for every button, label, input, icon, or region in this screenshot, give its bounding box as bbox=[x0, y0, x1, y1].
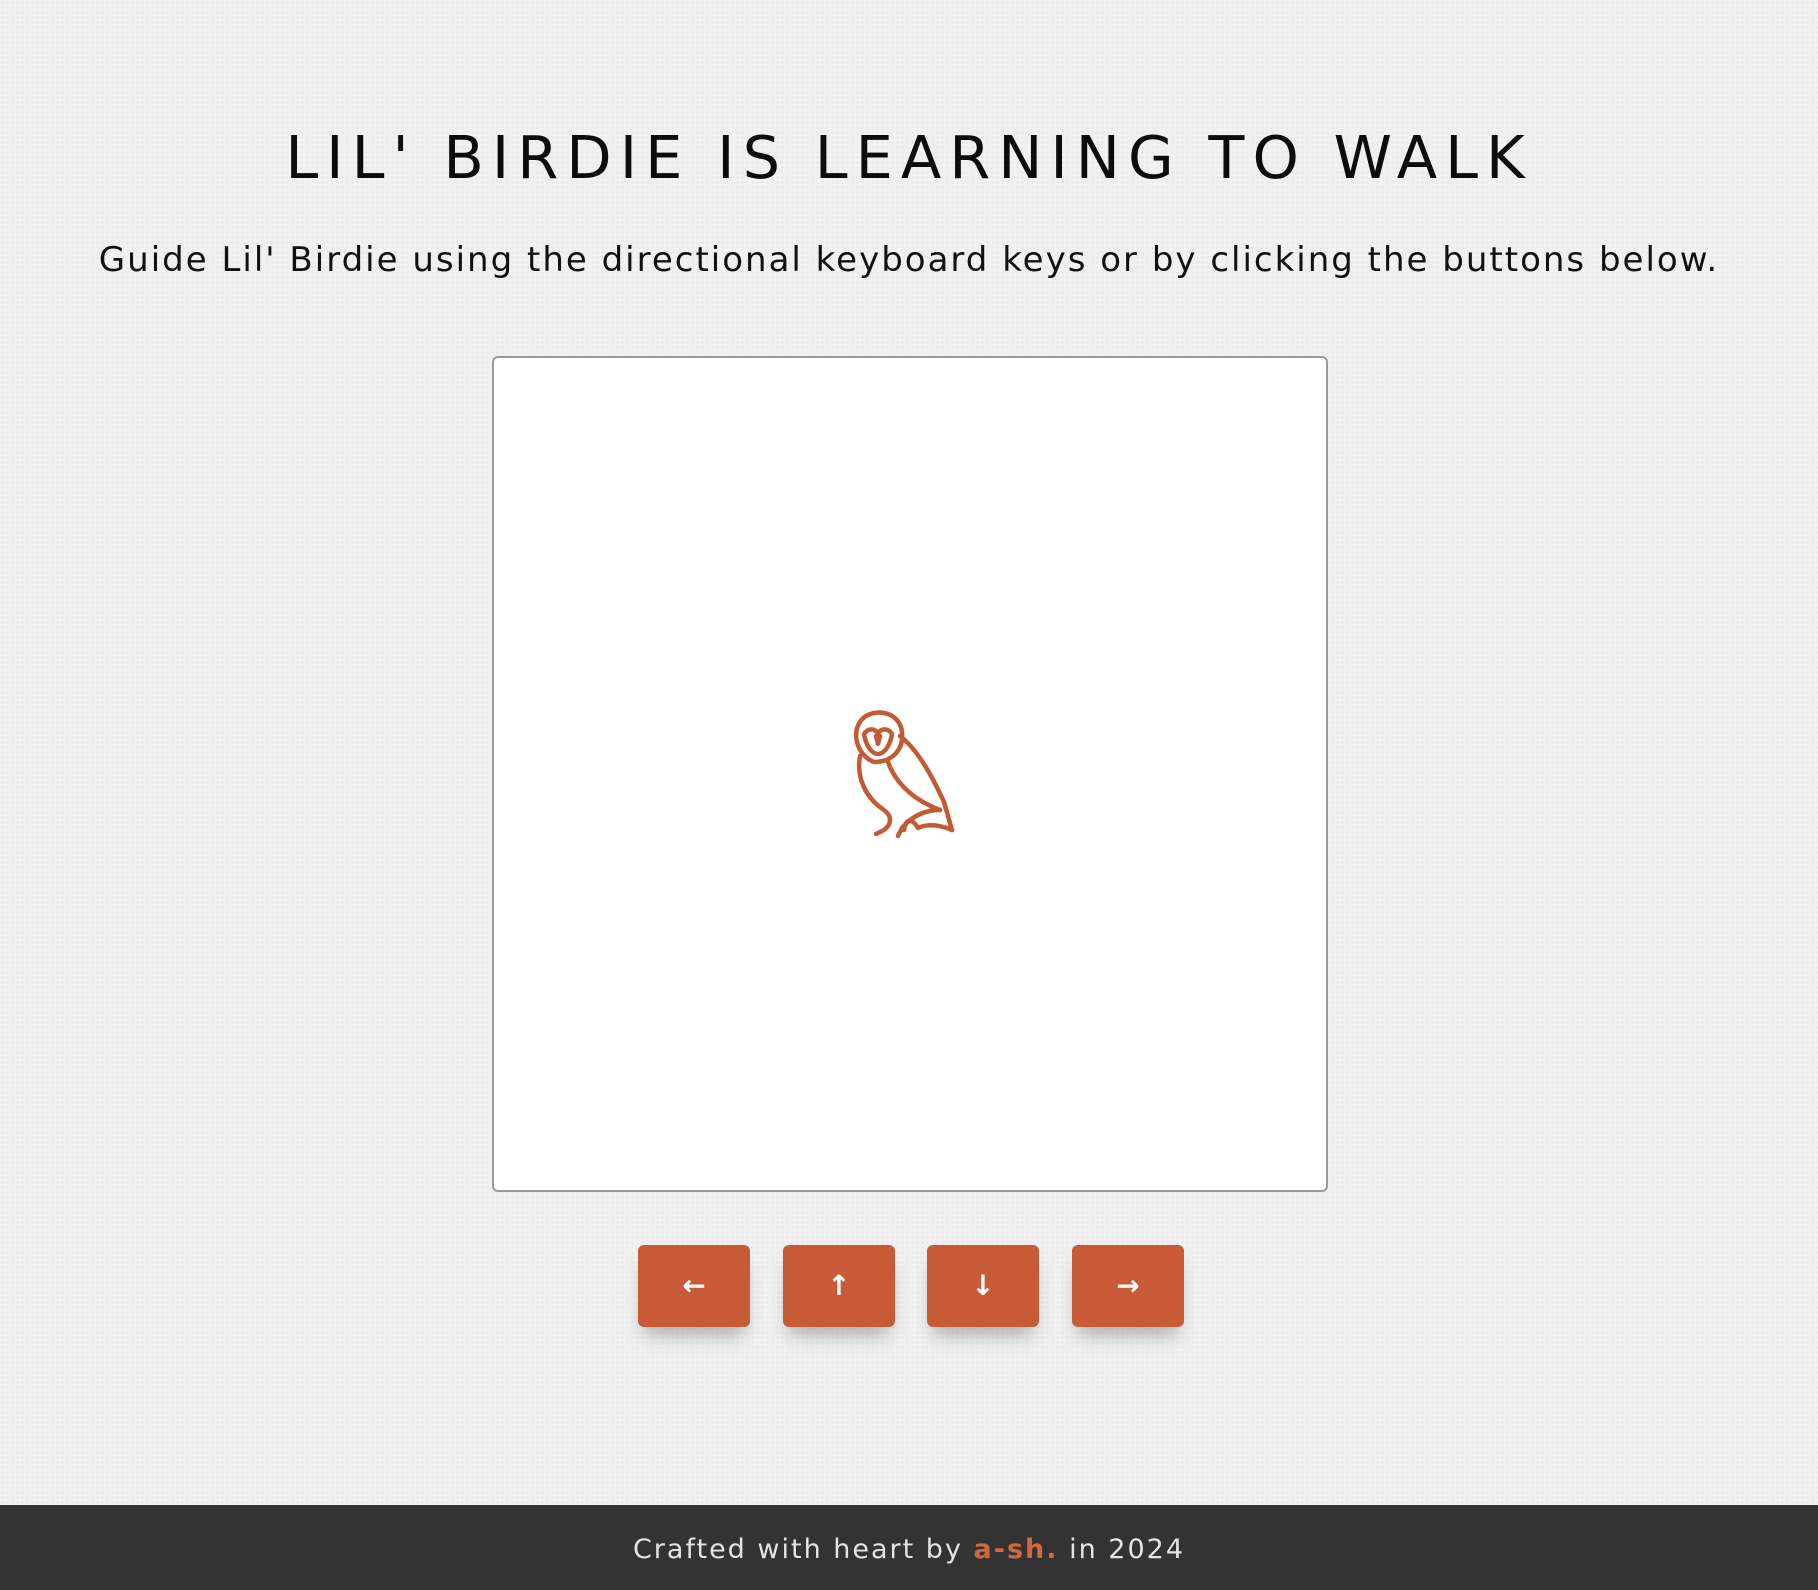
footer-suffix: in 2024 bbox=[1069, 1534, 1186, 1565]
move-down-button[interactable]: ↓ bbox=[927, 1245, 1039, 1327]
footer-prefix: Crafted with heart by bbox=[632, 1534, 963, 1565]
page-title: LIL' BIRDIE IS LEARNING TO WALK bbox=[285, 123, 1533, 192]
move-left-button[interactable]: ← bbox=[638, 1245, 750, 1327]
owl-icon bbox=[853, 710, 955, 839]
instructions-text: Guide Lil' Birdie using the directional … bbox=[98, 240, 1720, 280]
move-up-button[interactable]: ↑ bbox=[783, 1245, 895, 1327]
move-right-button[interactable]: → bbox=[1072, 1245, 1184, 1327]
direction-controls: ← ↑ ↓ → bbox=[0, 1245, 1818, 1327]
site-footer: Crafted with heart by a-sh. in 2024 bbox=[0, 1505, 1818, 1590]
bird-playground bbox=[492, 356, 1328, 1192]
author-link[interactable]: a-sh. bbox=[974, 1534, 1059, 1565]
